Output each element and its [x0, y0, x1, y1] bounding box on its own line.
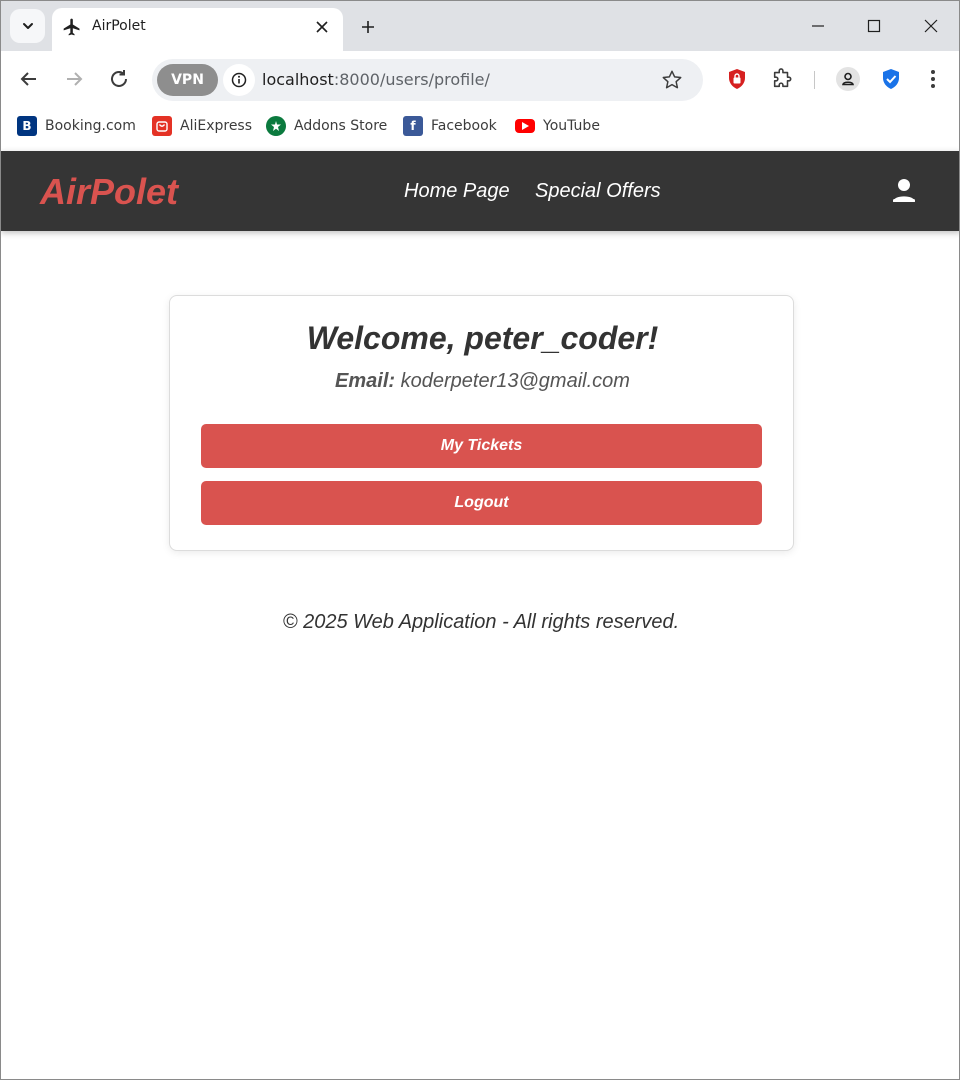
bookmark-label: Addons Store	[294, 118, 388, 134]
addons-store-icon	[266, 116, 286, 136]
email-value: koderpeter13@gmail.com	[400, 370, 630, 392]
aliexpress-icon	[152, 116, 172, 136]
facebook-glyph: f	[410, 119, 416, 133]
maximize-button[interactable]	[859, 11, 889, 41]
plus-icon	[362, 21, 374, 33]
vpn-button[interactable]: VPN	[157, 64, 218, 96]
url-path: :8000/users/profile/	[333, 70, 490, 89]
bookmark-facebook[interactable]: f Facebook	[403, 116, 497, 136]
account-icon	[836, 67, 860, 91]
bookmark-label: Booking.com	[45, 118, 136, 134]
welcome-heading: Welcome, peter_coder!	[306, 320, 659, 356]
bookmark-label: Facebook	[431, 118, 497, 134]
password-manager-button[interactable]	[876, 64, 906, 94]
maximize-icon	[867, 19, 881, 33]
reload-icon	[111, 70, 127, 87]
browser-window: AirPolet VPN localhost:8000/users/profil…	[0, 0, 960, 1080]
email-label: Email:	[335, 370, 396, 392]
new-tab-button[interactable]	[355, 14, 381, 40]
shield-lock-icon	[729, 69, 745, 89]
star-icon	[662, 70, 682, 89]
bookmark-label: YouTube	[543, 118, 600, 134]
bookmark-youtube[interactable]: YouTube	[515, 116, 600, 136]
tab-title: AirPolet	[92, 18, 146, 34]
bookmark-label: AliExpress	[180, 118, 253, 134]
my-tickets-button[interactable]: My Tickets	[201, 424, 762, 468]
browser-toolbar: VPN localhost:8000/users/profile/	[1, 51, 959, 107]
close-icon	[924, 19, 938, 33]
bookmark-star-button[interactable]	[659, 67, 685, 93]
chevron-down-icon	[22, 23, 33, 29]
booking-icon: B	[17, 116, 37, 136]
airplane-icon	[63, 18, 80, 36]
browser-menu-button[interactable]	[918, 64, 948, 94]
nav-home-link[interactable]: Home Page	[404, 180, 510, 203]
logout-button[interactable]: Logout	[201, 481, 762, 525]
tab-search-button[interactable]	[10, 9, 45, 43]
email-line: Email: koderpeter13@gmail.com	[170, 370, 795, 393]
profile-button[interactable]	[833, 64, 863, 94]
bookmark-aliexpress[interactable]: AliExpress	[152, 116, 252, 136]
bookmark-addons-store[interactable]: Addons Store	[266, 116, 387, 136]
minimize-button[interactable]	[803, 11, 833, 41]
site-info-button[interactable]	[223, 64, 255, 96]
bookmarks-bar: B Booking.com AliExpress Addons Store f …	[1, 107, 959, 151]
forward-button[interactable]	[57, 62, 91, 96]
tab-strip: AirPolet	[1, 1, 959, 51]
tab-close-button[interactable]	[311, 16, 333, 38]
close-window-button[interactable]	[916, 11, 946, 41]
close-icon	[316, 21, 328, 33]
arrow-right-icon	[67, 72, 83, 86]
site-navbar: AirPolet Home Page Special Offers	[1, 151, 959, 231]
profile-card: Welcome, peter_coder! Email: koderpeter1…	[169, 295, 794, 551]
youtube-icon	[515, 119, 535, 133]
arrow-left-icon	[20, 72, 36, 86]
nav-special-offers-link[interactable]: Special Offers	[535, 180, 661, 203]
vpn-label: VPN	[171, 72, 204, 88]
active-tab[interactable]: AirPolet	[52, 8, 343, 51]
footer-copyright: © 2025 Web Application - All rights rese…	[282, 611, 680, 633]
puzzle-icon	[773, 68, 792, 88]
shield-check-icon	[883, 69, 899, 89]
info-icon	[231, 72, 247, 88]
user-icon[interactable]	[890, 177, 918, 205]
address-bar[interactable]: VPN localhost:8000/users/profile/	[152, 59, 703, 101]
brand-logo[interactable]: AirPolet	[40, 171, 178, 213]
url-text[interactable]: localhost:8000/users/profile/	[262, 70, 490, 89]
minimize-icon	[812, 25, 824, 27]
security-extension-button[interactable]	[722, 64, 752, 94]
bookmark-booking[interactable]: B Booking.com	[17, 116, 136, 136]
booking-glyph: B	[22, 119, 32, 133]
extensions-button[interactable]	[767, 64, 797, 94]
more-vertical-icon	[931, 70, 935, 88]
url-host: localhost	[262, 70, 334, 89]
toolbar-separator	[814, 71, 815, 89]
facebook-icon: f	[403, 116, 423, 136]
back-button[interactable]	[12, 62, 46, 96]
reload-button[interactable]	[102, 62, 136, 96]
